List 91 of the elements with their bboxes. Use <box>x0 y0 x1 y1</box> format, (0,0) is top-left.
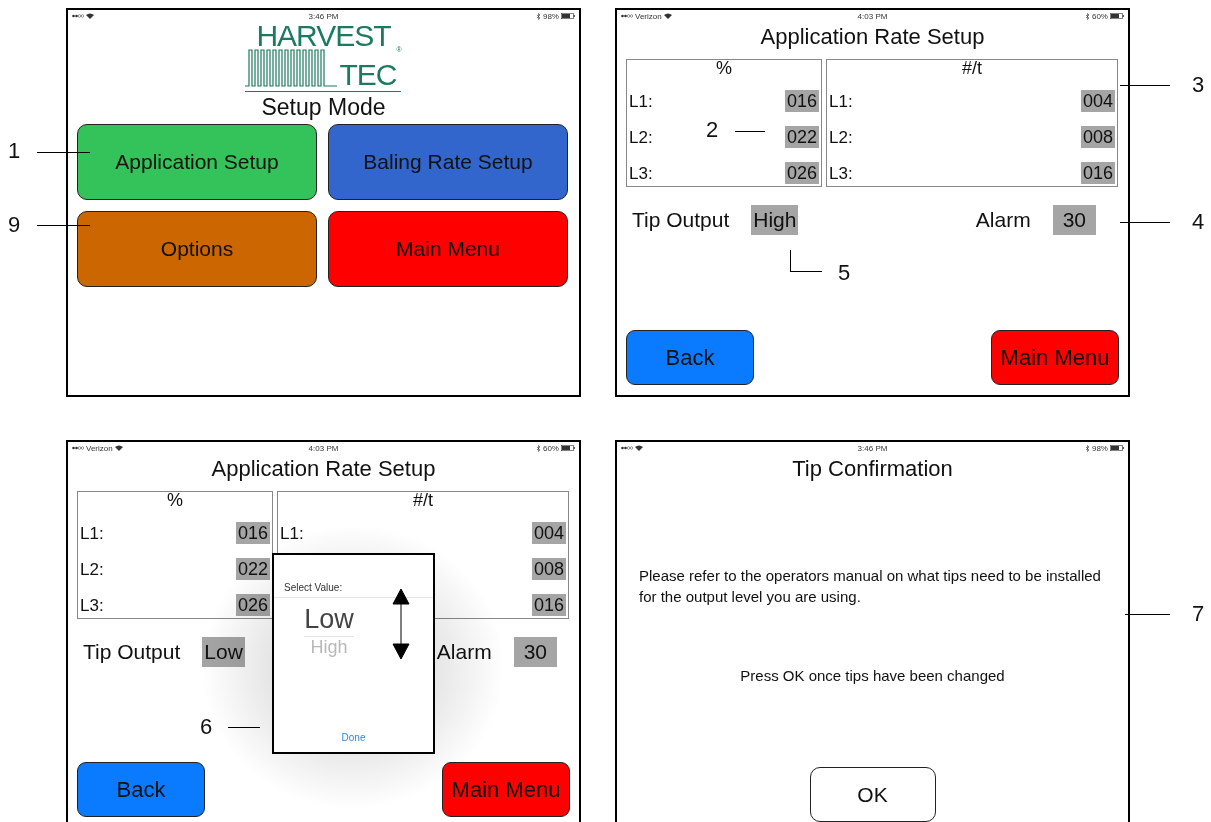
value-field[interactable]: 016 <box>784 90 819 112</box>
row-label: L1: <box>629 92 653 112</box>
battery-icon <box>561 13 575 19</box>
row-label: L1: <box>80 524 104 544</box>
callout-number: 2 <box>706 117 719 143</box>
instruction-text: Press OK once tips have been changed <box>739 667 1006 684</box>
tip-output-field[interactable]: High <box>751 205 799 235</box>
row-label: L3: <box>80 596 104 616</box>
battery-percent: 60% <box>542 443 559 453</box>
screen-title: Application Rate Setup <box>210 456 437 482</box>
screen-title: Setup Mode <box>260 94 387 121</box>
status-time: 3:46 PM <box>857 443 888 453</box>
column-heading: #/t <box>412 492 434 508</box>
main-menu-button[interactable]: Main Menu <box>442 762 570 817</box>
bluetooth-icon <box>1085 12 1090 20</box>
bluetooth-icon <box>1085 444 1090 452</box>
ok-button[interactable]: OK <box>809 767 936 822</box>
column-heading: #/t <box>961 60 983 76</box>
value-field[interactable]: 008 <box>1080 126 1115 148</box>
value-field[interactable]: 026 <box>235 594 270 616</box>
carrier-name: Verizon <box>86 443 113 453</box>
menu-button[interactable]: Main Menu <box>328 211 568 287</box>
row-label: L2: <box>80 560 104 580</box>
callout-number: 6 <box>200 714 213 740</box>
status-time: 3:46 PM <box>308 11 339 21</box>
menu-button[interactable]: Options <box>77 211 317 287</box>
alarm-label: Alarm <box>436 640 492 664</box>
bluetooth-icon <box>536 444 541 452</box>
leader-line <box>228 727 260 728</box>
value-field[interactable]: 004 <box>1080 90 1115 112</box>
row-label: L2: <box>629 128 653 148</box>
screen-title: Tip Confirmation <box>791 456 954 482</box>
value-field[interactable]: 022 <box>235 558 270 580</box>
leader-line <box>735 131 765 132</box>
tip-output-label: Tip Output <box>83 640 181 664</box>
callout-number: 9 <box>8 212 21 238</box>
battery-percent: 98% <box>1091 443 1108 453</box>
row-label: L3: <box>829 164 853 184</box>
value-field[interactable]: 008 <box>531 558 566 580</box>
signal-icon <box>72 13 84 19</box>
row-label: L1: <box>280 524 304 544</box>
battery-icon <box>1110 13 1124 19</box>
tip-output-label: Tip Output <box>632 208 730 232</box>
alarm-field[interactable]: 30 <box>513 637 557 667</box>
signal-icon <box>621 13 633 19</box>
value-field[interactable]: 016 <box>1080 162 1115 184</box>
value-field[interactable]: 022 <box>784 126 819 148</box>
picker-prompt: Select Value: <box>283 581 344 593</box>
menu-button[interactable]: Application Setup <box>77 124 317 200</box>
row-label: L1: <box>829 92 853 112</box>
value-field[interactable]: 026 <box>784 162 819 184</box>
value-field[interactable]: 016 <box>235 522 270 544</box>
battery-percent: 98% <box>542 11 559 21</box>
menu-button[interactable]: Baling Rate Setup <box>328 124 568 200</box>
alarm-field[interactable]: 30 <box>1052 205 1096 235</box>
leader-line <box>790 250 822 272</box>
alarm-label: Alarm <box>975 208 1031 232</box>
carrier-name: Verizon <box>635 11 662 21</box>
battery-icon <box>1110 445 1124 451</box>
back-button[interactable]: Back <box>77 762 205 817</box>
wifi-icon <box>663 13 672 19</box>
value-field[interactable]: 016 <box>531 594 566 616</box>
callout-number: 7 <box>1192 601 1205 627</box>
screen-title: Application Rate Setup <box>759 24 986 50</box>
message-text: Please refer to the operators manual on what tips need to be installed for the output level you are using. <box>638 566 1102 607</box>
battery-percent: 60% <box>1091 11 1108 21</box>
battery-icon <box>561 445 575 451</box>
main-menu-button[interactable]: Main Menu <box>991 330 1119 385</box>
callout-number: 1 <box>8 138 21 164</box>
callout-number: 3 <box>1192 72 1205 98</box>
wifi-icon <box>86 13 94 19</box>
done-button[interactable]: Done <box>335 731 372 744</box>
value-field[interactable]: 004 <box>531 522 566 544</box>
back-button[interactable]: Back <box>626 330 754 385</box>
column-heading: % <box>715 60 733 76</box>
callout-number: 4 <box>1192 209 1205 235</box>
tip-output-field[interactable]: Low <box>202 637 245 667</box>
bluetooth-icon <box>536 12 541 20</box>
status-time: 4:03 PM <box>308 443 339 453</box>
picker-option[interactable]: Low <box>304 602 354 637</box>
wave-lines-icon <box>245 46 338 90</box>
status-time: 4:03 PM <box>857 11 888 21</box>
up-down-arrow-icon <box>392 588 410 660</box>
wifi-icon <box>635 445 643 451</box>
signal-icon <box>72 445 84 451</box>
signal-icon <box>621 445 633 451</box>
column-heading: % <box>166 492 184 508</box>
row-label: L2: <box>829 128 853 148</box>
callout-number: 5 <box>838 260 851 286</box>
row-label: L3: <box>629 164 653 184</box>
wifi-icon <box>114 445 123 451</box>
